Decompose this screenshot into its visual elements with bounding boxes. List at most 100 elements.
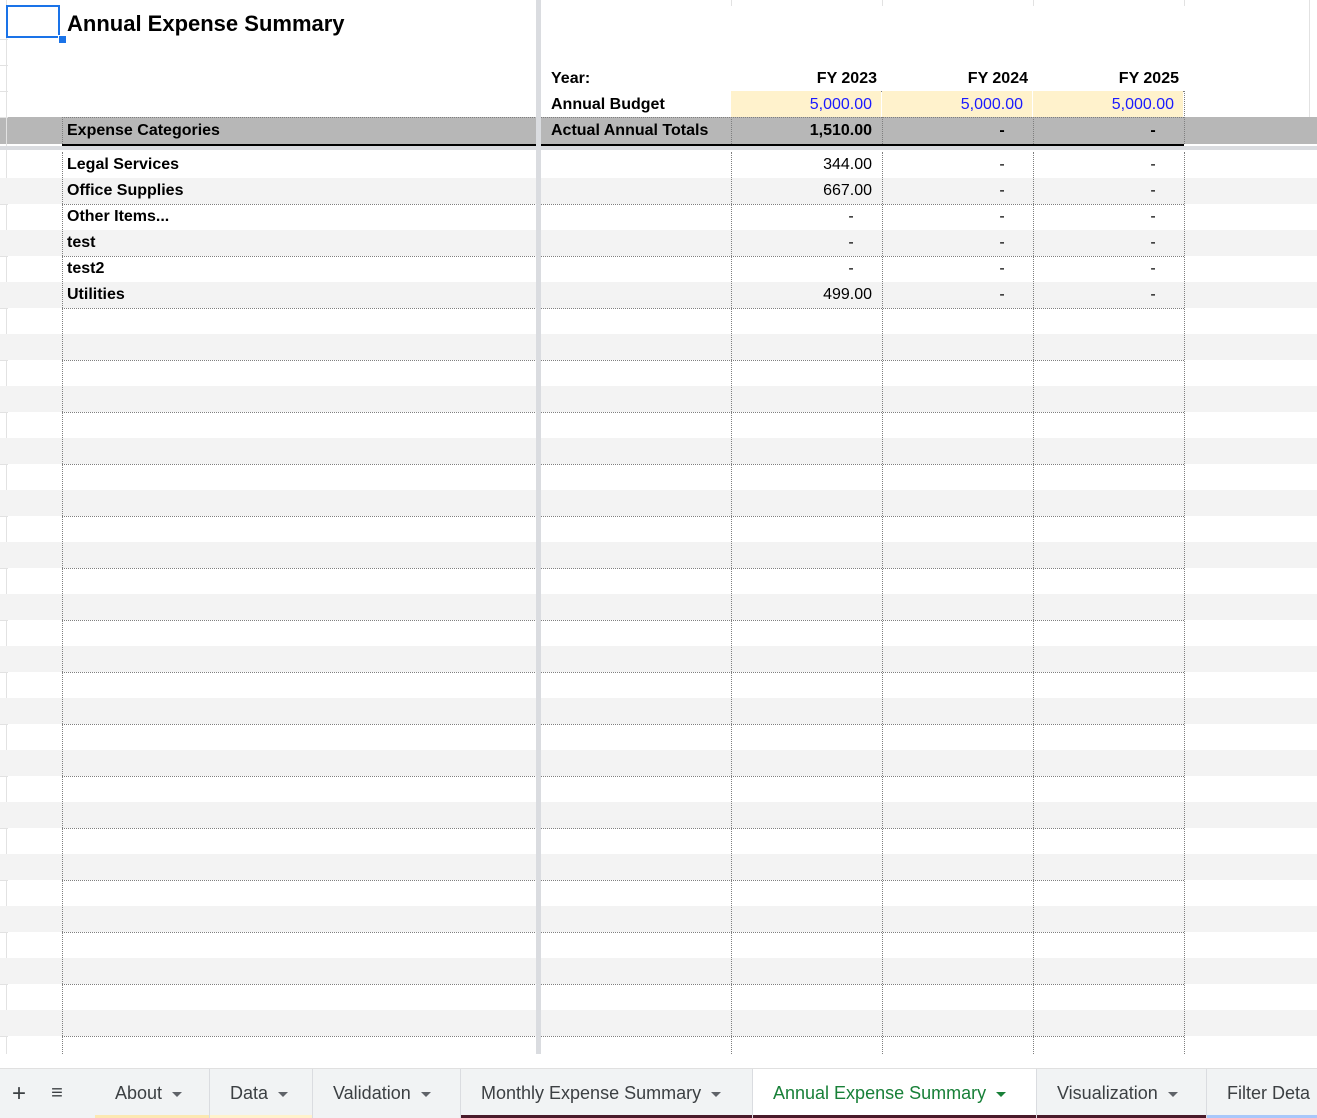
sheet-tab[interactable]: Visualization bbox=[1037, 1069, 1207, 1118]
sheet-tab[interactable]: About bbox=[95, 1069, 210, 1118]
value-cell[interactable]: - bbox=[927, 152, 1077, 178]
header-border bbox=[541, 144, 1184, 146]
budget-fy2023[interactable]: 5,000.00 bbox=[731, 92, 872, 118]
value-cell[interactable]: - bbox=[927, 204, 1077, 230]
category-cell[interactable]: Utilities bbox=[67, 282, 527, 308]
gridline bbox=[0, 776, 8, 777]
category-cell[interactable]: test bbox=[67, 230, 527, 256]
value-cell[interactable]: 667.00 bbox=[731, 178, 872, 204]
actual-annual-totals-label: Actual Annual Totals bbox=[551, 122, 709, 139]
frozen-row-divider[interactable] bbox=[0, 146, 1317, 150]
cell-border bbox=[541, 776, 1184, 777]
gridline bbox=[0, 204, 8, 205]
total-fy2025: - bbox=[1150, 122, 1156, 139]
sheet-tab-label: Data bbox=[230, 1083, 269, 1103]
year-header-fy2023: FY 2023 bbox=[816, 70, 877, 87]
category-cell[interactable]: Legal Services bbox=[67, 152, 527, 178]
cell-border bbox=[62, 828, 537, 829]
sheet-tab-label: Monthly Expense Summary bbox=[481, 1083, 702, 1103]
sheet-grid[interactable]: Annual Expense Summary Year: Annual Budg… bbox=[0, 0, 1317, 1054]
value-cell[interactable]: - bbox=[927, 256, 1077, 282]
cell-border bbox=[541, 1036, 1184, 1037]
value-cell[interactable]: - bbox=[927, 282, 1077, 308]
sheet-tab[interactable]: Validation bbox=[313, 1069, 461, 1118]
value-cell[interactable]: - bbox=[776, 256, 926, 282]
value-cell[interactable]: - bbox=[1078, 204, 1228, 230]
value-cell[interactable]: - bbox=[1078, 282, 1228, 308]
value-cell[interactable]: 344.00 bbox=[731, 152, 872, 178]
value-cell[interactable]: - bbox=[1078, 230, 1228, 256]
cell-border bbox=[62, 724, 537, 725]
cell-border bbox=[541, 880, 1184, 881]
fill-handle[interactable] bbox=[58, 35, 67, 44]
gridline bbox=[0, 932, 8, 933]
total-fy2023: 1,510.00 bbox=[809, 122, 872, 139]
cell-border bbox=[62, 776, 537, 777]
value-cell[interactable]: - bbox=[927, 230, 1077, 256]
year-header-fy2024: FY 2024 bbox=[967, 70, 1028, 87]
gridline bbox=[0, 256, 8, 257]
value-cell[interactable]: - bbox=[1078, 256, 1228, 282]
cell-border bbox=[62, 412, 537, 413]
chevron-down-icon[interactable] bbox=[1167, 1091, 1178, 1097]
header-border bbox=[62, 144, 537, 146]
chevron-down-icon[interactable] bbox=[996, 1091, 1007, 1097]
gridline bbox=[0, 984, 8, 985]
cell-border bbox=[541, 932, 1184, 933]
chevron-down-icon[interactable] bbox=[278, 1091, 289, 1097]
cell-border bbox=[541, 360, 1184, 361]
sheet-tab[interactable]: Filter Deta bbox=[1207, 1069, 1317, 1118]
sheet-tab[interactable]: Annual Expense Summary bbox=[753, 1069, 1037, 1118]
gridline bbox=[6, 0, 7, 1054]
sheet-tab[interactable]: Data bbox=[210, 1069, 313, 1118]
cell-border bbox=[541, 516, 1184, 517]
cell-border bbox=[541, 828, 1184, 829]
category-cell[interactable]: Other Items... bbox=[67, 204, 527, 230]
cell-border bbox=[62, 984, 537, 985]
gridline bbox=[0, 516, 8, 517]
year-label: Year: bbox=[551, 70, 591, 87]
sheet-tab-label: About bbox=[115, 1083, 163, 1103]
gridline bbox=[0, 880, 8, 881]
chevron-down-icon[interactable] bbox=[420, 1091, 431, 1097]
menu-list-icon[interactable]: ≡ bbox=[38, 1069, 76, 1118]
category-cell[interactable]: test2 bbox=[67, 256, 527, 282]
row-stripe bbox=[0, 646, 1317, 672]
row-stripe bbox=[0, 854, 1317, 880]
value-cell[interactable]: - bbox=[776, 230, 926, 256]
row-stripe bbox=[0, 1010, 1317, 1036]
value-cell[interactable]: 499.00 bbox=[731, 282, 872, 308]
cell-border bbox=[62, 117, 63, 144]
sheet-tab-bar: + ≡ About Data Validation Monthly Expense S… bbox=[0, 1068, 1317, 1118]
sheet-tab-label: Visualization bbox=[1057, 1083, 1158, 1103]
row-stripe bbox=[0, 750, 1317, 776]
cell-border bbox=[541, 308, 1184, 309]
budget-fy2024[interactable]: 5,000.00 bbox=[882, 92, 1023, 118]
category-cell[interactable]: Office Supplies bbox=[67, 178, 527, 204]
value-cell[interactable]: - bbox=[927, 178, 1077, 204]
annual-budget-label: Annual Budget bbox=[551, 96, 665, 113]
row-stripe bbox=[0, 542, 1317, 568]
sheet-tab[interactable]: Monthly Expense Summary bbox=[461, 1069, 753, 1118]
chevron-down-icon[interactable] bbox=[711, 1091, 722, 1097]
gridline bbox=[0, 724, 8, 725]
cell-border bbox=[62, 464, 537, 465]
gridline bbox=[0, 672, 8, 673]
sheet-tab-label: Annual Expense Summary bbox=[773, 1083, 987, 1103]
value-cell[interactable]: - bbox=[1078, 178, 1228, 204]
budget-fy2025[interactable]: 5,000.00 bbox=[1033, 92, 1174, 118]
cell-border bbox=[62, 516, 537, 517]
gridline bbox=[0, 308, 8, 309]
cell-border bbox=[62, 620, 537, 621]
selected-cell[interactable] bbox=[6, 5, 60, 38]
value-cell[interactable]: - bbox=[1078, 152, 1228, 178]
value-cell[interactable]: - bbox=[776, 204, 926, 230]
cell-border bbox=[541, 568, 1184, 569]
gridline bbox=[1033, 0, 1034, 6]
chevron-down-icon[interactable] bbox=[172, 1091, 183, 1097]
plus-icon[interactable]: + bbox=[0, 1069, 38, 1118]
gridline bbox=[0, 620, 8, 621]
gridline bbox=[0, 412, 8, 413]
cell-border bbox=[541, 412, 1184, 413]
frozen-column-divider[interactable] bbox=[536, 0, 541, 1054]
